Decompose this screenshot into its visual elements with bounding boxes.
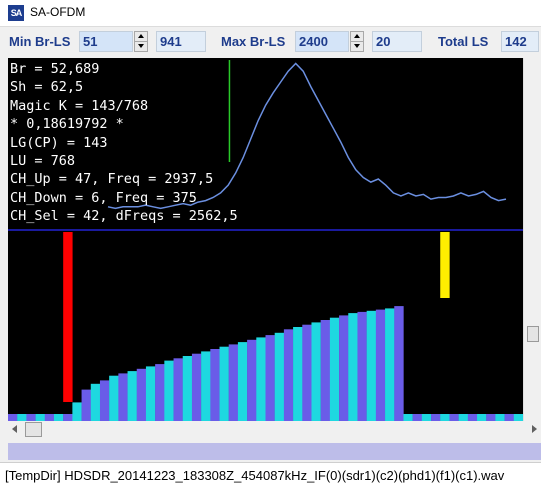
- total-ls-value: 142: [501, 31, 539, 52]
- channel-bar: [394, 306, 404, 422]
- min-br-ls-input[interactable]: [79, 31, 133, 52]
- min-br-ls-readout: 941: [156, 31, 206, 52]
- channel-bar: [247, 339, 257, 422]
- status-bar: [TempDir] HDSDR_20141223_183308Z_454087k…: [0, 462, 541, 488]
- info-line-magic-k: Magic K = 143/768: [10, 97, 149, 114]
- channel-bar: [127, 371, 137, 422]
- channel-bar: [385, 308, 395, 422]
- scroll-right-arrow-icon[interactable]: [526, 421, 541, 438]
- channel-bar: [237, 342, 248, 422]
- channel-bar: [375, 309, 386, 422]
- vertical-scrollbar[interactable]: [523, 58, 541, 422]
- channel-bar: [191, 353, 202, 422]
- channel-bar: [256, 337, 266, 422]
- channel-bar: [339, 315, 349, 422]
- spin-up-icon[interactable]: [351, 32, 363, 42]
- channel-bar: [99, 380, 110, 422]
- control-bar: Min Br-LS 941 Max Br-LS 20 Total LS 142: [0, 27, 541, 57]
- channel-bar: [173, 358, 183, 422]
- ch-down-marker: [63, 232, 73, 402]
- spin-down-icon[interactable]: [135, 42, 147, 51]
- info-line-ratio: * 0,18619792 *: [10, 116, 124, 133]
- channel-bar: [182, 356, 193, 422]
- spin-down-icon[interactable]: [351, 42, 363, 51]
- scroll-left-arrow-icon[interactable]: [8, 421, 23, 438]
- channel-bar: [118, 373, 128, 422]
- max-br-ls-label: Max Br-LS: [221, 34, 286, 49]
- channel-bar: [283, 329, 294, 422]
- spectrum-display[interactable]: Br = 52,689 Sh = 62,5 Magic K = 143/768 …: [8, 58, 523, 422]
- channel-bar: [164, 360, 174, 422]
- channel-bar: [311, 322, 321, 422]
- app-icon: SA: [8, 5, 24, 21]
- channel-bar: [293, 327, 303, 422]
- info-line-ch-sel: CH_Sel = 42, dFreqs = 2562,5: [10, 208, 238, 225]
- secondary-scrollbar[interactable]: [8, 443, 541, 460]
- ch-up-marker: [440, 232, 450, 298]
- info-line-lu: LU = 768: [10, 153, 76, 170]
- max-br-ls-spinner[interactable]: [350, 31, 364, 52]
- channel-bar: [219, 346, 229, 422]
- min-br-ls-spinner[interactable]: [134, 31, 148, 52]
- channel-bar: [265, 335, 275, 422]
- info-line-sh: Sh = 62,5: [10, 79, 84, 96]
- channel-bar: [201, 351, 211, 422]
- channel-bar: [302, 324, 312, 422]
- info-line-lg-cp: LG(CP) = 143: [10, 134, 108, 151]
- max-br-ls-input[interactable]: [295, 31, 349, 52]
- total-ls-label: Total LS: [438, 34, 489, 49]
- horizontal-scroll-thumb[interactable]: [25, 422, 42, 437]
- max-br-ls-readout: 20: [372, 31, 422, 52]
- channel-bar: [366, 310, 377, 422]
- status-file-path: [TempDir] HDSDR_20141223_183308Z_454087k…: [5, 468, 505, 483]
- channel-bar: [228, 344, 239, 422]
- channel-bar: [348, 313, 358, 422]
- channel-bar: [81, 389, 91, 422]
- channel-bar: [155, 364, 165, 422]
- channel-bar: [210, 349, 220, 422]
- info-line-ch-down: CH_Down = 6, Freq = 375: [10, 189, 197, 206]
- channel-bar: [357, 311, 367, 422]
- channel-bar: [274, 332, 285, 422]
- info-panel: Br = 52,689 Sh = 62,5 Magic K = 143/768 …: [10, 60, 238, 226]
- window-title: SA-OFDM: [30, 5, 86, 19]
- channel-bar: [109, 375, 119, 422]
- vertical-scroll-thumb[interactable]: [527, 326, 539, 342]
- channel-bar: [320, 320, 331, 422]
- horizontal-scrollbar[interactable]: [8, 421, 541, 438]
- channel-bar: [72, 402, 82, 422]
- channel-bar: [90, 383, 101, 422]
- min-br-ls-label: Min Br-LS: [9, 34, 71, 49]
- title-bar: SA SA-OFDM: [0, 0, 541, 27]
- info-line-ch-up: CH_Up = 47, Freq = 2937,5: [10, 171, 214, 188]
- channel-bar: [145, 366, 156, 422]
- channel-bar: [329, 317, 340, 422]
- info-line-br: Br = 52,689: [10, 61, 100, 77]
- spin-up-icon[interactable]: [135, 32, 147, 42]
- channel-bar: [136, 368, 147, 422]
